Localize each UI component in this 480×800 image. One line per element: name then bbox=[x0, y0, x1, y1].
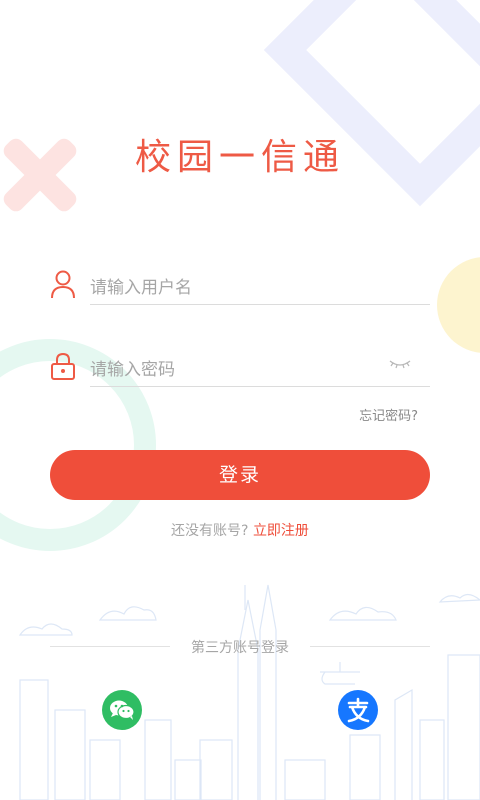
password-input[interactable]: 请输入密码 bbox=[90, 355, 175, 380]
login-button[interactable]: 登录 bbox=[50, 450, 430, 500]
third-party-divider: 第三方账号登录 bbox=[50, 636, 430, 656]
username-underline bbox=[90, 304, 430, 305]
app-title: 校园一信通 bbox=[134, 137, 345, 178]
background-decoration bbox=[0, 0, 480, 800]
user-icon bbox=[51, 270, 75, 299]
wechat-login-button[interactable] bbox=[102, 690, 142, 730]
register-question: 还没有账号? bbox=[171, 523, 249, 539]
wechat-icon bbox=[110, 700, 135, 720]
alipay-icon bbox=[347, 697, 370, 723]
forgot-password-link[interactable]: 忘记密码? bbox=[359, 405, 418, 424]
password-underline bbox=[90, 386, 430, 387]
username-field[interactable]: 请输入用户名 bbox=[50, 265, 430, 305]
lock-icon bbox=[51, 352, 75, 380]
alipay-login-button[interactable] bbox=[338, 690, 378, 730]
eye-closed-icon[interactable] bbox=[388, 357, 412, 371]
register-prompt: 还没有账号? 立即注册 bbox=[0, 520, 480, 540]
divider-line-right bbox=[310, 646, 430, 647]
password-field[interactable]: 请输入密码 bbox=[50, 347, 430, 387]
register-link[interactable]: 立即注册 bbox=[253, 523, 309, 539]
username-input[interactable]: 请输入用户名 bbox=[90, 273, 192, 298]
third-party-label: 第三方账号登录 bbox=[191, 640, 289, 656]
